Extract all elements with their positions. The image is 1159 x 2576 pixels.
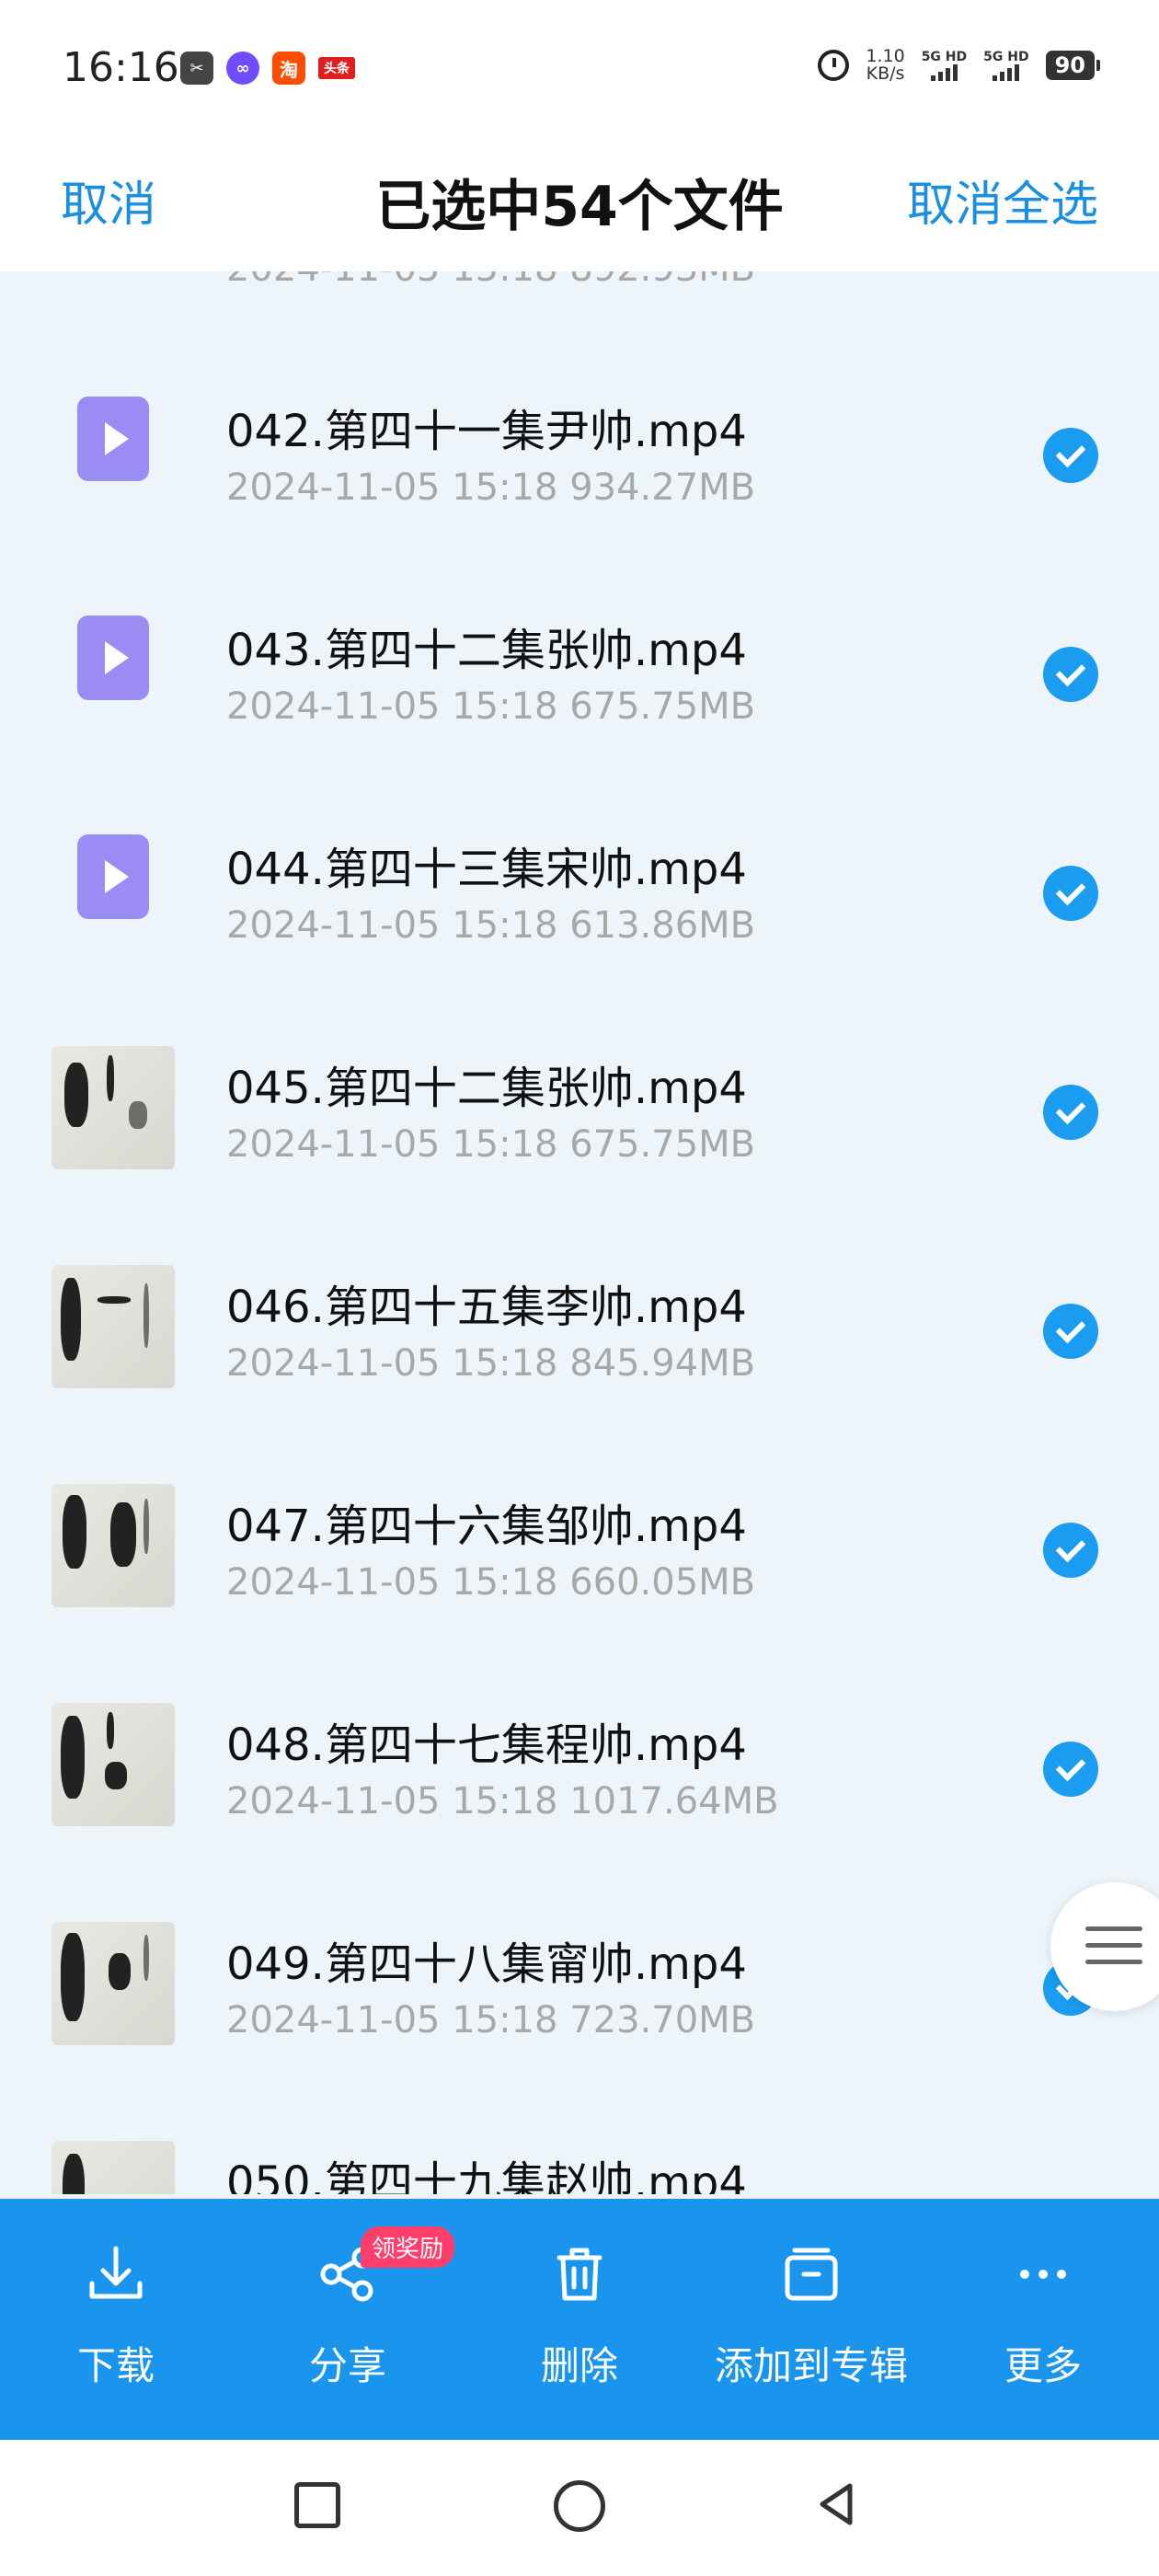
toutiao-app-icon: 头条	[318, 57, 355, 79]
list-item[interactable]: 044.第四十三集宋帅.mp4 2024-11-05 15:18 613.86M…	[0, 779, 1159, 998]
deselect-all-button[interactable]: 取消全选	[907, 166, 1098, 235]
list-item[interactable]: 048.第四十七集程帅.mp4 2024-11-05 15:18 1017.64…	[0, 1655, 1159, 1874]
file-name: 048.第四十七集程帅.mp4	[226, 1719, 747, 1771]
list-item[interactable]: 045.第四十二集张帅.mp4 2024-11-05 15:18 675.75M…	[0, 998, 1159, 1217]
more-icon	[1020, 2270, 1066, 2279]
list-item[interactable]: 047.第四十六集邹帅.mp4 2024-11-05 15:18 660.05M…	[0, 1436, 1159, 1655]
download-button[interactable]: 下载	[0, 2199, 232, 2440]
menu-icon	[1085, 1926, 1142, 1931]
file-meta: 2024-11-05 15:18 675.75MB	[226, 685, 756, 728]
file-name: 049.第四十八集甯帅.mp4	[226, 1938, 747, 1990]
selection-header: 取消 已选中54个文件 取消全选	[0, 138, 1159, 271]
video-file-icon	[77, 615, 149, 700]
file-meta: 2024-11-05 15:18 892.93MB	[226, 271, 755, 290]
file-meta: 2024-11-05 15:18 723.70MB	[226, 1999, 756, 2041]
video-thumbnail	[52, 1265, 175, 1388]
checkbox-checked-icon[interactable]	[1043, 428, 1098, 483]
list-item[interactable]: 046.第四十五集李帅.mp4 2024-11-05 15:18 845.94M…	[0, 1217, 1159, 1436]
system-indicators: 1.10 KB/s 5G HD 5G HD 90	[818, 48, 1101, 83]
file-name: 043.第四十二集张帅.mp4	[226, 625, 747, 676]
scissors-app-icon: ✂	[180, 52, 213, 85]
checkbox-checked-icon[interactable]	[1043, 1085, 1098, 1140]
file-meta: 2024-11-05 15:18 660.05MB	[226, 1561, 756, 1604]
file-name: 046.第四十五集李帅.mp4	[226, 1282, 747, 1333]
add-to-album-label: 添加到专辑	[714, 2343, 908, 2388]
download-icon	[89, 2246, 143, 2299]
net-speed: 1.10 KB/s	[866, 48, 904, 83]
signal-label: 5G HD	[983, 50, 1029, 64]
video-thumbnail	[52, 1484, 175, 1607]
file-name: 042.第四十一集尹帅.mp4	[226, 406, 747, 457]
file-meta: 2024-11-05 15:18 613.86MB	[226, 904, 756, 947]
file-name: 047.第四十六集邹帅.mp4	[226, 1501, 747, 1552]
checkbox-checked-icon[interactable]	[1043, 866, 1098, 921]
system-nav-bar	[0, 2440, 1159, 2576]
file-meta: 2024-11-05 15:18 934.27MB	[226, 466, 756, 509]
video-file-icon	[77, 397, 149, 481]
list-item[interactable]: 042.第四十一集尹帅.mp4 2024-11-05 15:18 934.27M…	[0, 341, 1159, 560]
video-file-icon	[77, 834, 149, 919]
album-add-icon	[785, 2248, 838, 2301]
signal-label: 5G HD	[921, 50, 968, 64]
taobao-app-icon: 淘	[272, 52, 305, 85]
notification-icons: ✂ ∞ 淘 头条	[180, 52, 355, 85]
list-item[interactable]: 2024-11-05 15:18 892.93MB	[0, 271, 1159, 341]
home-icon[interactable]	[554, 2480, 605, 2532]
more-button[interactable]: 更多	[927, 2199, 1159, 2440]
file-meta: 2024-11-05 15:18 845.94MB	[226, 1342, 756, 1385]
signal-icon: 5G HD	[922, 50, 967, 81]
checkbox-checked-icon[interactable]	[1043, 1304, 1098, 1359]
video-thumbnail	[52, 2141, 175, 2194]
file-name: 045.第四十二集张帅.mp4	[226, 1063, 747, 1114]
checkbox-checked-icon[interactable]	[1043, 1742, 1098, 1797]
bottom-action-bar: 下载 领奖励 分享 删除 添加到专辑 更多	[0, 2199, 1159, 2440]
download-label: 下载	[76, 2343, 155, 2388]
net-speed-unit: KB/s	[866, 63, 905, 84]
share-button[interactable]: 领奖励 分享	[232, 2199, 464, 2440]
back-icon[interactable]	[809, 2477, 865, 2532]
list-item[interactable]: 043.第四十二集张帅.mp4 2024-11-05 15:18 675.75M…	[0, 560, 1159, 779]
file-meta: 2024-11-05 15:18 1017.64MB	[226, 1780, 779, 1823]
signal-icon: 5G HD	[983, 50, 1029, 81]
status-bar: 16:16 ✂ ∞ 淘 头条 1.10 KB/s 5G HD 5G HD 90	[0, 0, 1159, 138]
cancel-button[interactable]: 取消	[61, 166, 156, 235]
share-label: 分享	[308, 2343, 386, 2388]
infinity-app-icon: ∞	[226, 52, 259, 85]
battery-icon: 90	[1045, 51, 1101, 80]
file-name: 050.第四十九集赵帅.mp4	[226, 2157, 747, 2194]
checkbox-checked-icon[interactable]	[1043, 647, 1098, 702]
file-meta: 2024-11-05 15:18 675.75MB	[226, 1123, 756, 1166]
delete-button[interactable]: 删除	[464, 2199, 695, 2440]
add-to-album-button[interactable]: 添加到专辑	[695, 2199, 927, 2440]
checkbox-checked-icon[interactable]	[1043, 1523, 1098, 1578]
list-item[interactable]: 050.第四十九集赵帅.mp4	[0, 2093, 1159, 2194]
video-thumbnail	[52, 1922, 175, 2045]
video-thumbnail	[52, 1046, 175, 1169]
alarm-icon	[818, 50, 850, 81]
recents-icon[interactable]	[294, 2482, 340, 2528]
reward-badge: 领奖励	[361, 2226, 455, 2268]
trash-icon	[557, 2248, 602, 2301]
file-list[interactable]: 2024-11-05 15:18 892.93MB 042.第四十一集尹帅.mp…	[0, 271, 1159, 2194]
list-item[interactable]: 049.第四十八集甯帅.mp4 2024-11-05 15:18 723.70M…	[0, 1874, 1159, 2093]
delete-label: 删除	[540, 2343, 618, 2388]
file-name: 044.第四十三集宋帅.mp4	[226, 844, 747, 895]
clock: 16:16	[63, 44, 179, 91]
more-label: 更多	[1004, 2343, 1082, 2388]
video-thumbnail	[52, 1703, 175, 1826]
